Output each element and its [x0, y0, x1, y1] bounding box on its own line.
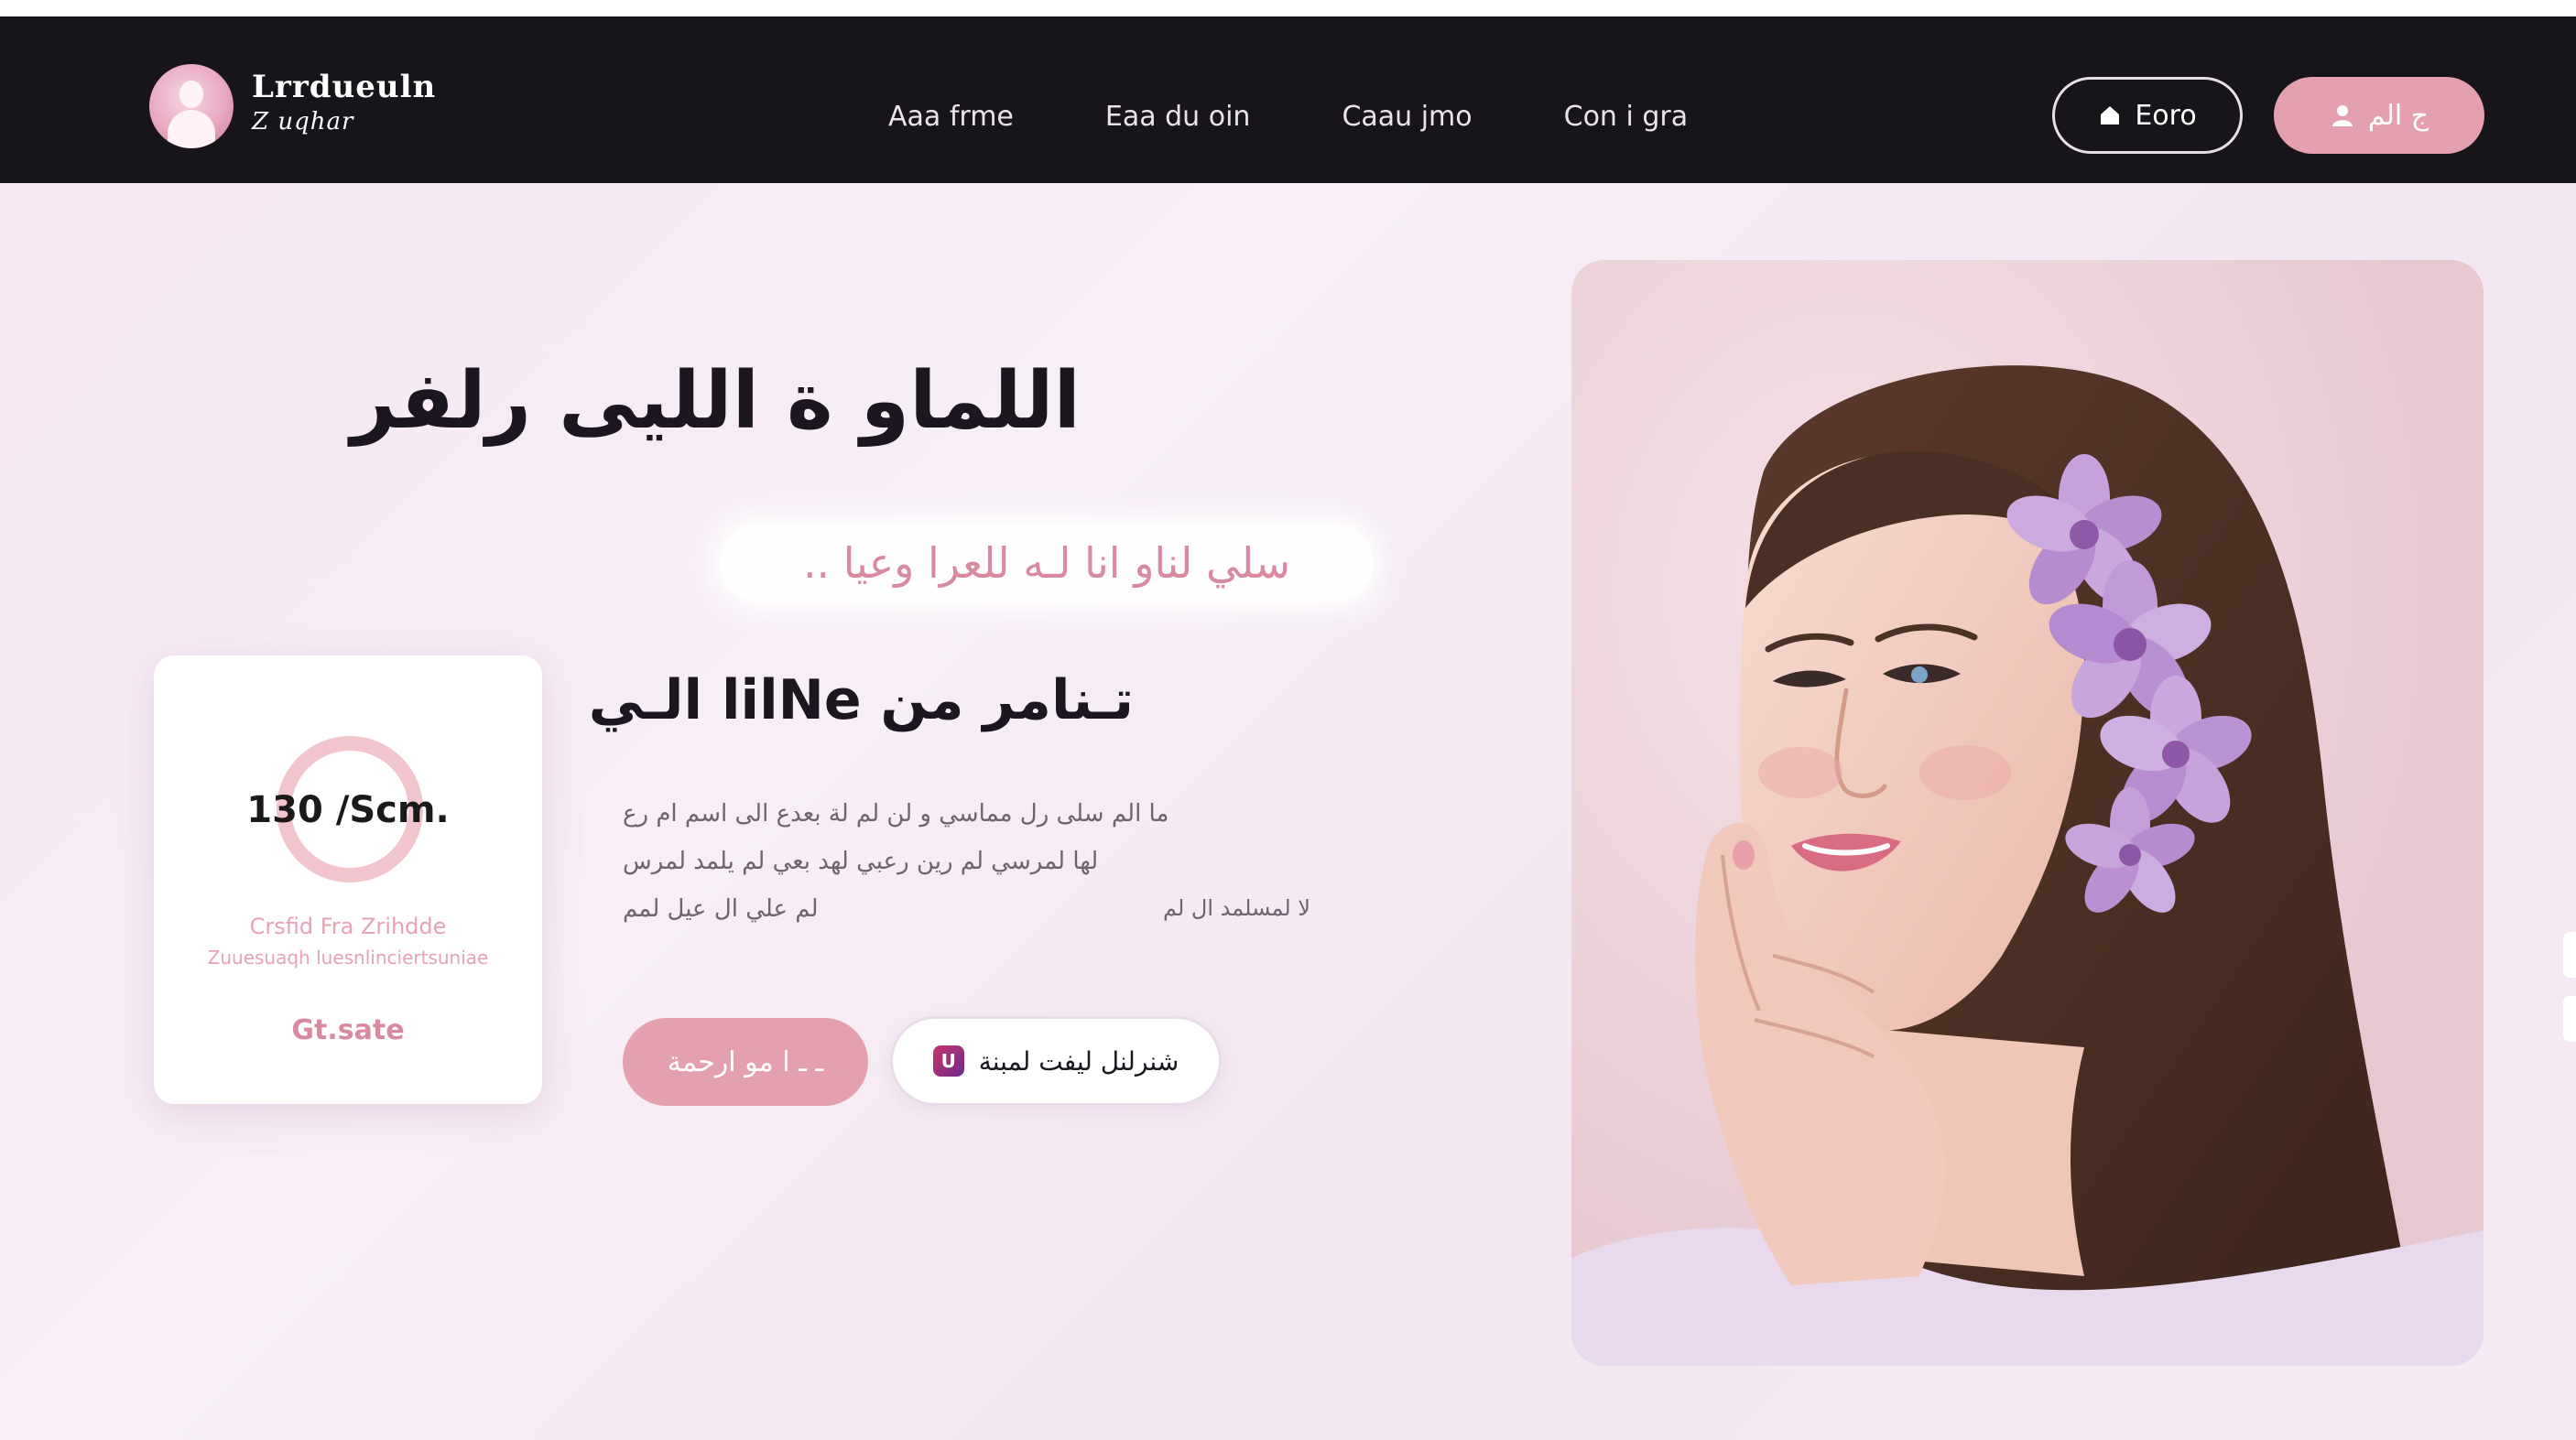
primary-cta-button[interactable]: ـ ـ ا مو ارحمة: [623, 1018, 868, 1106]
signup-button[interactable]: ج الم: [2274, 77, 2484, 154]
stat-caption-line2: Zuuesuaqh luesnlinciertsuniae: [207, 947, 489, 969]
nav-link-2[interactable]: Eaa du oin: [1105, 101, 1251, 133]
carousel-dot[interactable]: [2563, 996, 2576, 1042]
stat-card: 130 /Scm. Crsfid Fra Zrihdde Zuuesuaqh l…: [154, 655, 542, 1104]
secondary-cta-button[interactable]: U شنرلنل ليفت لمبنة: [890, 1016, 1222, 1106]
home-icon: [2101, 106, 2120, 125]
brand-name-line1: Lrrdueuln: [252, 69, 437, 105]
hero-subtitle: سلي لناو انا لـه للعرا وعيا ..: [720, 524, 1374, 602]
top-strip: [0, 0, 2576, 16]
stat-link[interactable]: Gt.sate: [154, 1014, 542, 1046]
paragraph-line-2: لها لمرسي لم رين رعبي لهد بعي لم يلمد لم…: [623, 848, 1099, 875]
app-badge-icon: U: [932, 1045, 964, 1077]
brand-logo-icon[interactable]: [149, 64, 234, 148]
paragraph-side-note: لا لمسلمد ال لم: [1163, 895, 1310, 921]
carousel-indicators[interactable]: [2563, 932, 2576, 1051]
hero-section: اللماو ة الليى رلفر سلي لناو انا لـه للع…: [0, 183, 2576, 1440]
top-navbar: Lrrdueuln Z uqhar Aaa frme Eaa du oin Ca…: [0, 16, 2576, 183]
main-nav: Aaa frme Eaa du oin Caau jmo Con i gra: [888, 101, 1688, 133]
login-button[interactable]: Eoro: [2052, 77, 2243, 154]
secondary-cta-label: شنرلنل ليفت لمبنة: [978, 1045, 1179, 1077]
user-icon: [2331, 105, 2353, 126]
carousel-dot[interactable]: [2563, 932, 2576, 978]
content-heading: تـنامر من lilNe الـي: [588, 668, 1134, 732]
nav-link-4[interactable]: Con i gra: [1564, 101, 1688, 133]
brand-name-line2: Z uqhar: [252, 108, 354, 135]
nav-link-1[interactable]: Aaa frme: [888, 101, 1014, 133]
brand-name[interactable]: Lrrdueuln Z uqhar: [252, 71, 436, 134]
signup-button-label: ج الم: [2367, 99, 2429, 132]
hero-title: اللماو ة الليى رلفر: [350, 355, 1081, 447]
stat-value: 130 /Scm.: [246, 789, 450, 831]
stat-caption-line1: Crsfid Fra Zrihdde: [249, 914, 447, 939]
paragraph-line-3: لم علي ال عيل لمم: [623, 895, 819, 923]
nav-link-3[interactable]: Caau jmo: [1342, 101, 1472, 133]
paragraph-line-1: ما الم سلى رل مماسي و لن لم لة بعدع الى …: [623, 800, 1169, 828]
hero-portrait-image: [1571, 260, 2484, 1366]
login-button-label: Eoro: [2135, 99, 2197, 132]
